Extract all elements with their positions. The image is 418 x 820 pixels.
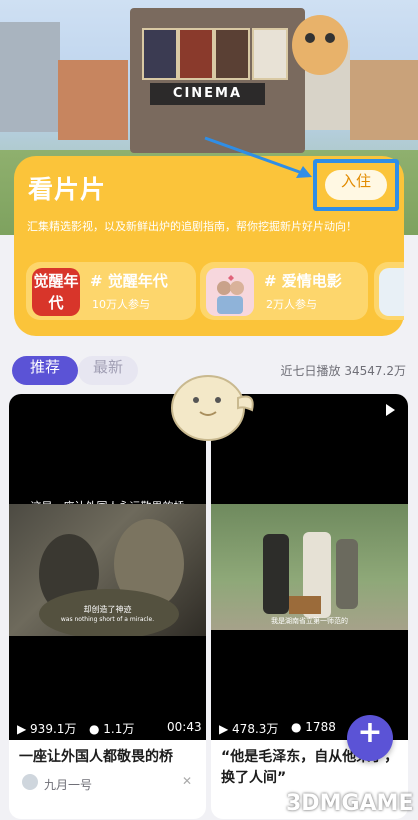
author-name[interactable]: 九月一号 xyxy=(44,776,92,793)
video-frame: 却创造了神迹 was nothing short of a miracle. xyxy=(9,504,206,639)
comment-count-value: 1.1万 xyxy=(103,722,135,736)
movie-poster xyxy=(178,28,214,80)
author-avatar[interactable] xyxy=(22,774,38,790)
topic-subtitle: 2万人参与 xyxy=(266,298,317,311)
topic-thumb-3 xyxy=(379,268,404,316)
video-duration: 00:43 xyxy=(167,720,202,734)
view-count: ▶ 478.3万 xyxy=(219,722,279,736)
tab-recommended[interactable]: 推荐 xyxy=(12,356,78,385)
video-subtitle-cn: 却创造了神迹 xyxy=(83,605,132,614)
bg-building xyxy=(58,60,128,140)
cat-mascot xyxy=(292,15,348,75)
video-subtitle-cn: 我是湖南省立第一师范的 xyxy=(271,617,348,625)
comment-count: ● 1.1万 xyxy=(89,722,135,736)
video-card-1[interactable]: 这是一座让外国人永远敬畏的桥 却创造了神迹 was nothing short … xyxy=(9,394,206,819)
join-button[interactable]: 入住 xyxy=(325,170,387,200)
couple-icon xyxy=(217,275,244,314)
comment-count: ● 1788 xyxy=(291,720,336,734)
view-count-value: 478.3万 xyxy=(232,722,279,736)
bg-building xyxy=(350,60,418,140)
comment-count-value: 1788 xyxy=(305,720,336,734)
card-title: 看片片 xyxy=(28,175,107,204)
add-button[interactable]: + xyxy=(347,715,393,761)
duck-mascot-sticker xyxy=(171,375,254,441)
topic-title: # 觉醒年代 xyxy=(90,272,168,290)
topic-subtitle: 10万人参与 xyxy=(92,298,150,311)
cinema-sign: CINEMA xyxy=(150,83,265,105)
view-count: ▶ 939.1万 xyxy=(17,722,77,736)
topic-thumb-juexing: 觉醒年代 xyxy=(32,268,80,316)
weekly-play-count: 近七日播放 34547.2万 xyxy=(280,364,406,378)
arrow-annotation xyxy=(204,136,312,178)
movie-poster xyxy=(214,28,250,80)
video-subtitle-en: was nothing short of a miracle. xyxy=(60,616,155,623)
tab-latest[interactable]: 最新 xyxy=(78,356,138,385)
card-description: 汇集精选影视，以及新鲜出炉的追剧指南，帮你挖掘新片好片动向！ xyxy=(27,220,357,233)
topic-title: # 爱情电影 xyxy=(264,272,342,290)
watermark-logo: 3DMGAME xyxy=(286,791,414,816)
video-frame: 我是湖南省立第一师范的 xyxy=(211,504,408,630)
play-icon xyxy=(386,404,395,416)
topic-thumb-love xyxy=(206,268,254,316)
movie-poster xyxy=(142,28,178,80)
video-caption: 一座让外国人都敬畏的桥 xyxy=(19,749,173,765)
view-count-value: 939.1万 xyxy=(30,722,77,736)
bg-building xyxy=(0,22,60,132)
historical-scene-image xyxy=(263,532,358,618)
close-icon[interactable]: ✕ xyxy=(182,774,192,788)
